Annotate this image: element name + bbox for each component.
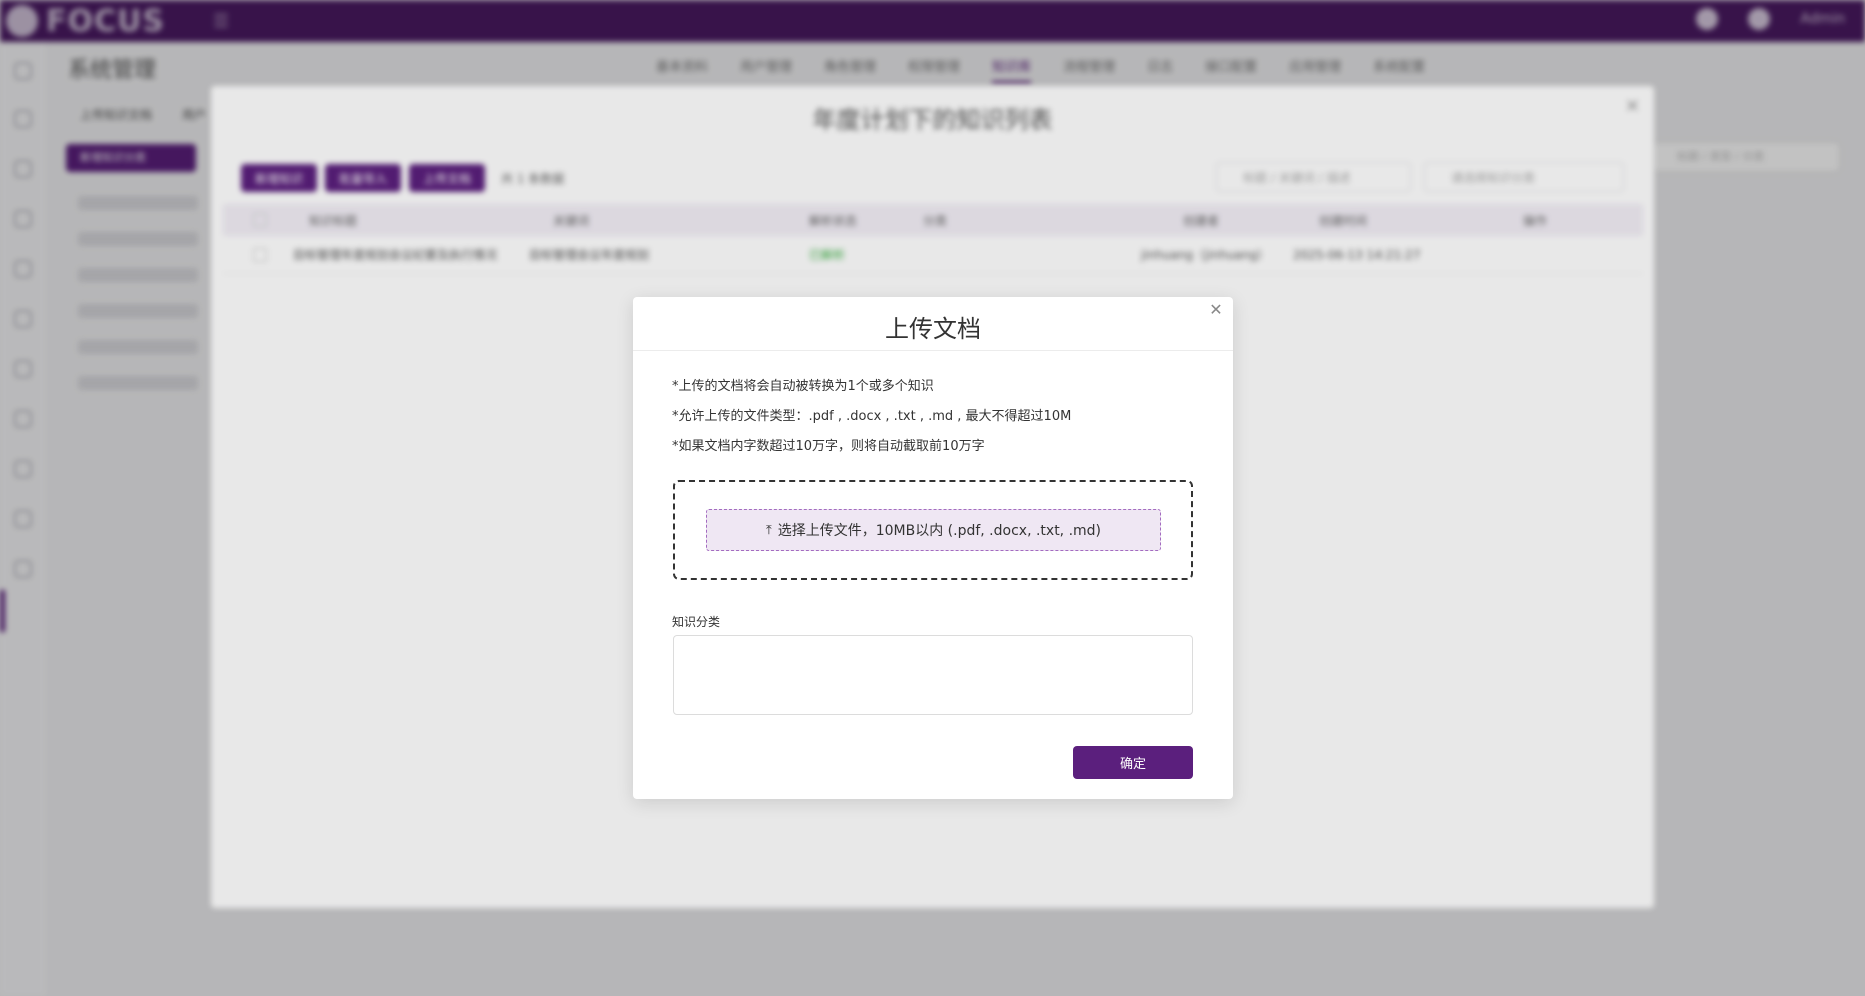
category-input[interactable] [673, 635, 1193, 715]
close-icon[interactable]: ✕ [1207, 301, 1225, 319]
upload-note: *如果文档内字数超过10万字，则将自动截取前10万字 [672, 439, 985, 454]
category-label: 知识分类 [672, 615, 721, 629]
upload-note: *上传的文档将会自动被转换为1个或多个知识 [672, 379, 934, 394]
dialog-title: 上传文档 [885, 315, 981, 343]
upload-icon: ⤒ [765, 522, 772, 538]
choose-file-button[interactable]: ⤒ 选择上传文件，10MB以内 (.pdf, .docx, .txt, .md) [706, 509, 1161, 551]
dialog-header: 上传文档 ✕ [633, 297, 1233, 351]
choose-file-label: 选择上传文件，10MB以内 (.pdf, .docx, .txt, .md) [777, 523, 1102, 539]
file-drop-zone[interactable]: ⤒ 选择上传文件，10MB以内 (.pdf, .docx, .txt, .md) [673, 480, 1193, 580]
upload-notes: *上传的文档将会自动被转换为1个或多个知识 *允许上传的文件类型：.pdf , … [672, 377, 1071, 467]
upload-note: *允许上传的文件类型：.pdf , .docx , .txt , .md , 最… [672, 409, 1072, 424]
confirm-button[interactable]: 确定 [1073, 746, 1193, 779]
upload-document-dialog: 上传文档 ✕ *上传的文档将会自动被转换为1个或多个知识 *允许上传的文件类型：… [633, 297, 1233, 799]
